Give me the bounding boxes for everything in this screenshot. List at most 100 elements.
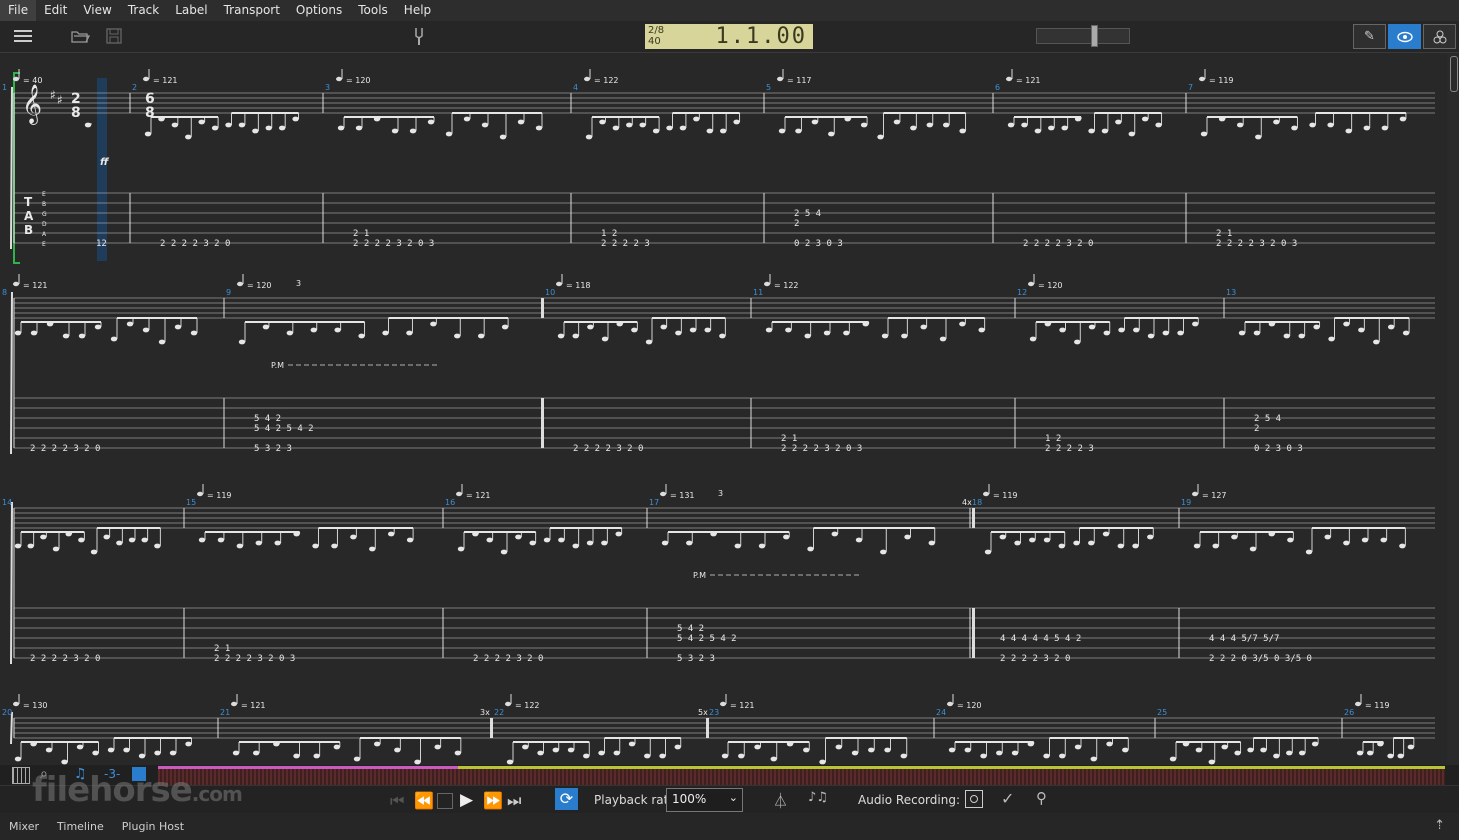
note-head <box>612 125 620 131</box>
tab-plugin-host[interactable]: Plugin Host <box>113 820 193 833</box>
track-overview[interactable] <box>158 766 1445 786</box>
measure-number: 26 <box>1344 708 1354 717</box>
note-head <box>980 753 987 759</box>
tab-mixer[interactable]: Mixer <box>0 820 48 833</box>
note-head <box>1169 756 1177 762</box>
tempo-note-head <box>720 701 726 707</box>
note-head <box>572 543 579 549</box>
menu-transport[interactable]: Transport <box>216 0 288 21</box>
note-head <box>427 119 435 125</box>
slider-knob[interactable] <box>1091 25 1098 47</box>
note-group <box>778 112 967 140</box>
stop-icon[interactable] <box>437 793 453 809</box>
note-head <box>409 128 417 134</box>
note-head <box>877 134 884 140</box>
note-head <box>1298 333 1305 339</box>
key-sharp-icon: ♯ <box>57 93 63 107</box>
tab-fret-numbers: 5 4 2 <box>254 414 281 424</box>
note-head <box>14 543 22 549</box>
tempo-marking: = 122 <box>594 76 619 85</box>
menu-track[interactable]: Track <box>120 0 167 21</box>
eye-icon[interactable] <box>1388 24 1421 49</box>
menu-help[interactable]: Help <box>396 0 439 21</box>
tab-fret-numbers: 2 2 2 2 3 2 0 <box>473 654 543 664</box>
note-head <box>232 750 240 756</box>
measure-number: 22 <box>494 708 504 717</box>
tempo-note-head <box>947 701 953 707</box>
note-head <box>1059 327 1066 333</box>
save-icon[interactable] <box>102 25 126 47</box>
note-head <box>123 747 130 753</box>
expand-panel-icon[interactable]: ⇡ <box>1434 818 1445 833</box>
tuning-fork-icon[interactable] <box>408 25 430 47</box>
palm-mute-marking: P.M <box>693 571 706 580</box>
grid-view-icon[interactable] <box>12 767 30 784</box>
scrollbar-thumb[interactable] <box>1450 56 1458 92</box>
note-group <box>1169 737 1319 765</box>
hamburger-menu-icon[interactable] <box>10 25 36 47</box>
menu-label[interactable]: Label <box>167 0 215 21</box>
notation-canvas[interactable]: 1= 40122= 1212 2 2 2 3 2 03= 1202 12 2 2… <box>0 53 1447 765</box>
open-folder-icon[interactable] <box>68 25 92 47</box>
record-icon[interactable] <box>965 790 983 808</box>
tempo-marking: = 122 <box>774 281 799 290</box>
note-head <box>939 336 947 342</box>
master-volume-slider[interactable] <box>1036 25 1130 47</box>
menu-options[interactable]: Options <box>288 0 350 21</box>
tempo-marking: = 120 <box>247 281 272 290</box>
note-group <box>144 112 300 140</box>
time-signature-bottom: 8 <box>145 105 155 121</box>
score-view[interactable]: 1 = 40 12 2 = 121 2 2 2 2 3 2 0 3 = 120 2 12 2 2… <box>0 53 1447 765</box>
measure-number: 23 <box>709 708 719 717</box>
vertical-scrollbar[interactable] <box>1447 53 1459 765</box>
note-head <box>964 747 971 753</box>
note-head <box>1029 336 1037 342</box>
note-group <box>1238 317 1410 345</box>
menu-tools[interactable]: Tools <box>350 0 396 21</box>
note-head <box>795 128 802 134</box>
check-icon[interactable]: ✓ <box>1001 789 1014 808</box>
tab-timeline[interactable]: Timeline <box>48 820 113 833</box>
note-group <box>198 527 414 552</box>
tempo-note-head <box>584 76 590 82</box>
note-head <box>1193 543 1201 549</box>
go-to-start-icon[interactable]: ⏮ <box>390 791 404 811</box>
loop-icon[interactable]: ⟳ <box>555 788 578 810</box>
menu-view[interactable]: View <box>75 0 119 21</box>
note-head <box>236 543 244 549</box>
tempo-marking: = 120 <box>957 701 982 710</box>
menu-edit[interactable]: Edit <box>36 0 75 21</box>
note-head <box>185 741 192 747</box>
playback-rate-value: 100% <box>672 792 707 806</box>
fast-forward-icon[interactable]: ⏩ <box>483 791 503 810</box>
count-in-icon[interactable]: ♪♫ <box>808 790 828 805</box>
note-head <box>1106 741 1113 747</box>
play-icon[interactable]: ▶ <box>460 790 473 810</box>
rewind-icon[interactable]: ⏪ <box>414 791 434 810</box>
note-head <box>116 540 123 546</box>
metronome-icon[interactable]: ⏃ <box>773 790 788 811</box>
tab-fret-numbers: 2 1 <box>781 434 797 444</box>
playhead-region[interactable] <box>158 766 458 769</box>
playback-rate-select[interactable]: 100% ⌄ <box>666 788 743 812</box>
note-head <box>293 753 300 759</box>
tempo-note-head <box>983 491 989 497</box>
tab-fret-numbers: 2 1 <box>353 229 369 239</box>
note-head <box>457 546 465 552</box>
note-head <box>599 119 606 125</box>
note-head <box>198 119 205 125</box>
note-head <box>901 333 908 339</box>
note-head <box>486 537 493 543</box>
note-head <box>369 546 376 552</box>
tempo-marking: = 119 <box>207 491 232 500</box>
input-monitor-icon[interactable]: ⚲ <box>1036 789 1047 807</box>
tempo-note-head <box>556 281 562 287</box>
note-head <box>1361 537 1369 543</box>
menu-file[interactable]: File <box>0 0 37 21</box>
note-head <box>141 537 148 543</box>
mixer-channels-icon[interactable] <box>1423 24 1456 49</box>
tab-fret-numbers: 2 2 2 2 3 2 0 <box>573 444 643 454</box>
tempo-note-head <box>197 491 203 497</box>
pencil-icon[interactable]: ✎ <box>1353 24 1386 49</box>
go-to-end-icon[interactable]: ⏭ <box>507 791 521 811</box>
